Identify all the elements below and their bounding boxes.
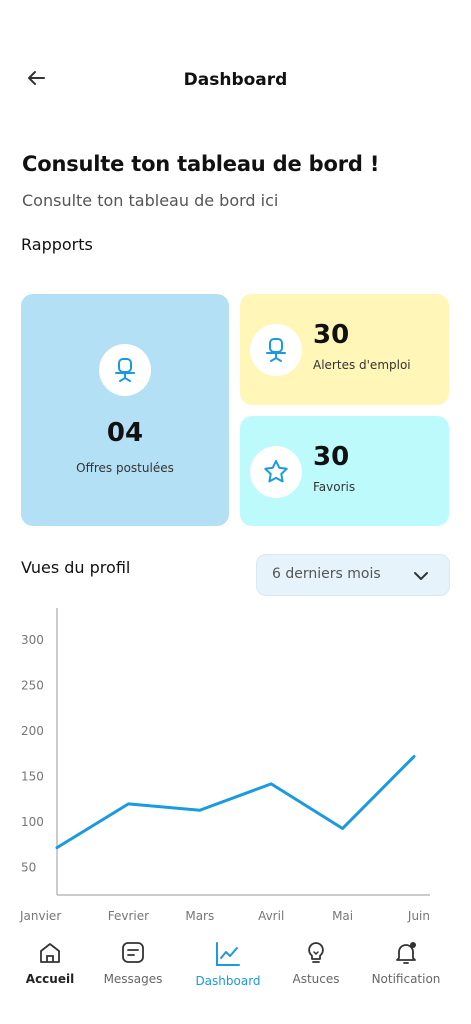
alerts-label: Alertes d'emploi bbox=[313, 358, 411, 372]
nav-item-messages[interactable]: Messages bbox=[88, 940, 178, 986]
period-select[interactable]: 6 derniers mois bbox=[256, 554, 450, 596]
favorites-label: Favoris bbox=[313, 480, 356, 494]
home-icon bbox=[40, 943, 60, 963]
x-tick-label: Janvier bbox=[19, 909, 61, 923]
nav-label: Dashboard bbox=[195, 974, 261, 988]
reports-title: Rapports bbox=[21, 235, 93, 254]
nav-label: Accueil bbox=[25, 972, 75, 986]
nav-label: Messages bbox=[103, 972, 163, 986]
chair-icon bbox=[99, 344, 151, 396]
x-tick-label: Avril bbox=[258, 909, 284, 923]
period-select-value: 6 derniers mois bbox=[272, 566, 381, 582]
nav-item-dashboard[interactable]: Dashboard bbox=[183, 940, 273, 988]
x-tick-label: Fevrier bbox=[108, 909, 149, 923]
y-tick-label: 200 bbox=[21, 724, 44, 738]
y-tick-label: 100 bbox=[21, 815, 44, 829]
x-tick-label: Mars bbox=[185, 909, 214, 923]
chair-icon bbox=[250, 324, 302, 376]
nav-label: Astuces bbox=[292, 972, 340, 986]
y-tick-label: 150 bbox=[21, 770, 44, 784]
page-title: Dashboard bbox=[183, 70, 288, 90]
y-tick-label: 300 bbox=[21, 633, 44, 647]
favorites-count: 30 bbox=[313, 442, 350, 472]
star-icon bbox=[250, 446, 302, 498]
chart-icon bbox=[216, 942, 240, 966]
card-job-alerts[interactable]: 30 Alertes d'emploi bbox=[240, 294, 449, 405]
nav-item-notification[interactable]: Notification bbox=[361, 940, 451, 986]
profile-views-title: Vues du profil bbox=[21, 558, 131, 577]
alerts-count: 30 bbox=[313, 320, 350, 350]
card-favorites[interactable]: 30 Favoris bbox=[240, 416, 449, 526]
lightbulb-icon bbox=[308, 942, 324, 963]
nav-item-accueil[interactable]: Accueil bbox=[5, 940, 95, 986]
applied-label: Offres postulées bbox=[76, 461, 174, 475]
main-heading: Consulte ton tableau de bord ! bbox=[22, 152, 380, 176]
nav-label: Notification bbox=[371, 972, 441, 986]
card-applied-offers[interactable] bbox=[21, 294, 229, 526]
series-line bbox=[55, 755, 416, 850]
subheading: Consulte ton tableau de bord ici bbox=[22, 191, 279, 210]
chevron-down-icon bbox=[414, 572, 428, 580]
message-icon bbox=[122, 942, 144, 963]
applied-count: 04 bbox=[106, 418, 144, 448]
y-tick-label: 250 bbox=[21, 678, 44, 692]
y-tick-label: 50 bbox=[21, 861, 36, 875]
bell-icon bbox=[396, 942, 416, 964]
x-tick-label: Juin bbox=[407, 909, 430, 923]
nav-item-astuces[interactable]: Astuces bbox=[271, 940, 361, 986]
profile-views-chart: 50 100 150 200 250 300 Janvier Fevrier Mars Avril… bbox=[19, 608, 430, 923]
x-tick-label: Mai bbox=[332, 909, 353, 923]
bottom-nav: Accueil Messages Dashboard Astuces Notif… bbox=[0, 940, 471, 1000]
